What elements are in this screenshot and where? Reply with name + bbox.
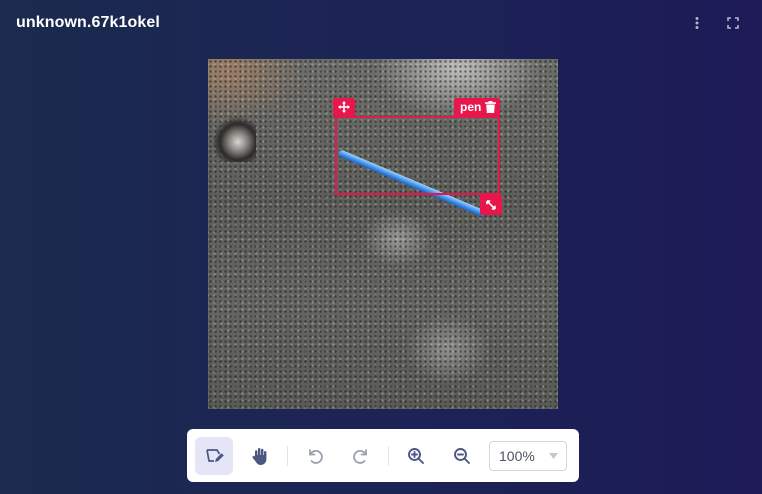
annotation-label-tag: pen (454, 98, 501, 116)
undo-icon[interactable] (296, 437, 334, 475)
toolbar-separator (287, 445, 288, 466)
bounding-box[interactable] (335, 116, 500, 195)
zoom-out-icon[interactable] (443, 437, 481, 475)
zoom-value: 100% (499, 447, 535, 464)
more-vertical-icon[interactable] (688, 14, 706, 32)
header-actions (688, 14, 742, 32)
toolbar-separator (388, 445, 389, 466)
fullscreen-icon[interactable] (724, 14, 742, 32)
chevron-down-icon (549, 452, 558, 459)
image-canvas[interactable] (208, 59, 558, 409)
table-leg (208, 114, 256, 162)
toolbar: 100% (187, 429, 579, 482)
zoom-select[interactable]: 100% (489, 440, 567, 471)
move-icon[interactable] (333, 98, 355, 116)
file-title: unknown.67k1okel (16, 14, 160, 31)
zoom-in-icon[interactable] (397, 437, 435, 475)
redo-icon[interactable] (342, 437, 380, 475)
annotation-label: pen (460, 100, 482, 114)
draw-box-icon[interactable] (195, 436, 233, 475)
resize-icon[interactable] (480, 195, 502, 215)
pan-hand-icon[interactable] (241, 437, 279, 475)
trash-icon[interactable] (485, 101, 497, 113)
